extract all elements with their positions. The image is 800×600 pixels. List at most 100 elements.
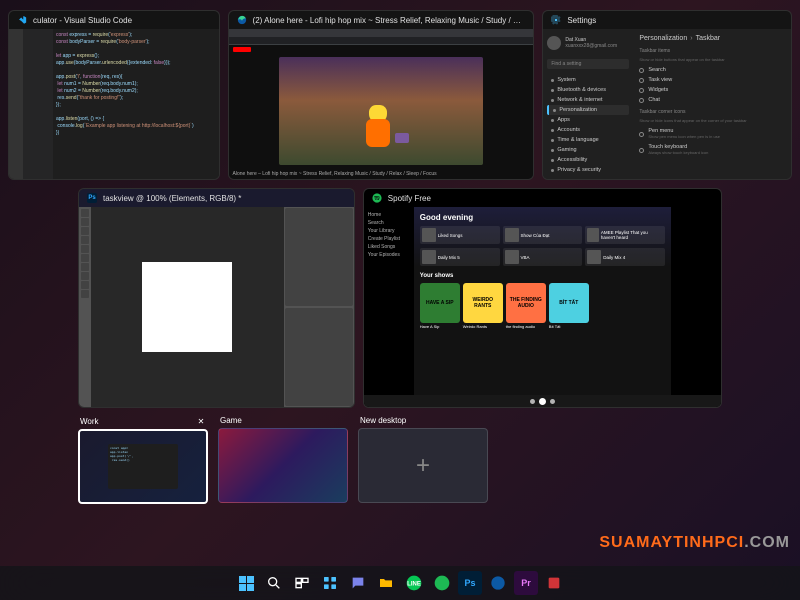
start-button[interactable] [234,571,258,595]
shows-heading: Your shows [420,273,665,279]
marquee-tool-icon[interactable] [81,218,89,226]
explorer [23,29,53,179]
activity-bar [9,29,23,179]
sp-show[interactable]: BÍT TẤTBít Tất [549,283,589,329]
photoshop-taskbar-icon[interactable]: Ps [458,571,482,595]
toggle-widgets[interactable]: Widgets [639,85,785,95]
nav-item-personalization[interactable]: Personalization [547,105,629,115]
nav-item-accounts[interactable]: Accounts [547,125,629,135]
crop-tool-icon[interactable] [81,236,89,244]
settings-search-input[interactable]: Find a setting [547,59,629,69]
zoom-tool-icon[interactable] [81,290,89,298]
window-header: Settings [543,11,791,29]
video-artwork [361,105,401,155]
window-settings[interactable]: Settings Dat Xuan xuanxxx28@gmail.com Fi… [542,10,792,180]
sp-nav-your-library[interactable]: Your Library [368,227,410,235]
section-title: Taskbar corner icons [639,109,785,115]
sp-show[interactable]: THE FINDING AUDIOthe finding audio [506,283,546,329]
chat-icon[interactable] [346,571,370,595]
avatar [547,36,561,50]
hand-tool-icon[interactable] [81,281,89,289]
desktop-label: Game [220,416,242,425]
nav-item-accessibility[interactable]: Accessibility [547,155,629,165]
app-icon[interactable] [542,571,566,595]
window-vscode[interactable]: culator - Visual Studio Code const expre… [8,10,220,180]
window-header: (2) Alone here - Lofi hip hop mix ~ Stre… [229,11,534,29]
corner-touch-keyboard[interactable]: Touch keyboardAlways show touch keyboard… [639,142,785,158]
nav-item-apps[interactable]: Apps [547,115,629,125]
nav-item-privacy-security[interactable]: Privacy & security [547,165,629,175]
next-icon[interactable] [550,399,555,404]
edge-taskbar-icon[interactable] [486,571,510,595]
desktop-game[interactable]: Game [218,416,348,503]
text-tool-icon[interactable] [81,263,89,271]
nav-item-gaming[interactable]: Gaming [547,145,629,155]
nav-item-network-internet[interactable]: Network & internet [547,95,629,105]
play-icon[interactable] [539,398,546,405]
nav-item-system[interactable]: System [547,75,629,85]
edge-body: Alone here – Lofi hip hop mix ~ Stress R… [229,29,534,179]
windows-row-mid: Ps taskview @ 100% (Elements, RGB/8) * S… [8,188,792,408]
pen-icon [639,132,644,137]
toggle-search[interactable]: Search [639,65,785,75]
lasso-tool-icon[interactable] [81,227,89,235]
premiere-taskbar-icon[interactable]: Pr [514,571,538,595]
toggle-task-view[interactable]: Task view [639,75,785,85]
ps-canvas[interactable] [142,262,232,352]
sp-tile[interactable]: Liked Songs [420,226,500,244]
user-profile[interactable]: Dat Xuan xuanxxx28@gmail.com [547,33,629,53]
sp-nav-home[interactable]: Home [368,211,410,219]
sp-tile[interactable]: Daily Mix 4 [585,248,665,266]
ps-panels [284,207,354,407]
window-edge[interactable]: (2) Alone here - Lofi hip hop mix ~ Stre… [228,10,535,180]
desktop-work[interactable]: Work ✕ const app=app.listenapp.post('/', … [78,416,208,504]
task-view-icon[interactable] [290,571,314,595]
close-icon[interactable]: ✕ [196,416,206,426]
sp-tile[interactable]: Show Của Đạt [503,226,583,244]
line-icon[interactable]: LINE [402,571,426,595]
toggle-chat[interactable]: Chat [639,95,785,105]
nav-item-time-language[interactable]: Time & language [547,135,629,145]
window-photoshop[interactable]: Ps taskview @ 100% (Elements, RGB/8) * [78,188,355,408]
sp-nav-your-episodes[interactable]: Your Episodes [368,251,410,259]
prev-icon[interactable] [530,399,535,404]
sp-tile[interactable]: AMEE Playlist That you haven't heard [585,226,665,244]
new-desktop-button[interactable]: + [358,428,488,503]
settings-body: Dat Xuan xuanxxx28@gmail.com Find a sett… [543,29,791,179]
sp-show[interactable]: WEIRDO RANTSWeirdo Rants [463,283,503,329]
vscode-icon [17,15,27,25]
explorer-icon[interactable] [374,571,398,595]
sp-nav-search[interactable]: Search [368,219,410,227]
window-title: Spotify Free [388,194,713,203]
ps-color-panel[interactable] [285,208,353,306]
sp-tile[interactable]: VBA [503,248,583,266]
sp-tile[interactable]: Daily Mix 5 [420,248,500,266]
gear-icon [551,15,561,25]
window-header: Spotify Free [364,189,721,207]
spotify-taskbar-icon[interactable] [430,571,454,595]
window-title: Settings [567,16,783,25]
sp-show[interactable]: HAVE A SIPHave A Sip [420,283,460,329]
nav-item-bluetooth-devices[interactable]: Bluetooth & devices [547,85,629,95]
desktop-thumbnail[interactable]: const app=app.listenapp.post('/', res.se… [78,429,208,504]
search-icon[interactable] [262,571,286,595]
window-title: taskview @ 100% (Elements, RGB/8) * [103,194,346,203]
shape-tool-icon[interactable] [81,272,89,280]
desktop-thumbnail[interactable] [218,428,348,503]
window-spotify[interactable]: Spotify Free HomeSearchYour LibraryCreat… [363,188,722,408]
desktop-label: Work [80,417,99,426]
eraser-tool-icon[interactable] [81,254,89,262]
sp-nav-liked-songs[interactable]: Liked Songs [368,243,410,251]
widgets-icon[interactable] [318,571,342,595]
ps-layers-panel[interactable] [285,308,353,406]
section-title: Taskbar items [639,48,785,54]
photoshop-icon: Ps [87,193,97,203]
spotify-player[interactable] [364,395,721,407]
breadcrumb[interactable]: Personalization›Taskbar [639,35,785,42]
brush-tool-icon[interactable] [81,245,89,253]
sp-nav-create-playlist[interactable]: Create Playlist [368,235,410,243]
desktop-new[interactable]: New desktop + [358,416,488,503]
move-tool-icon[interactable] [81,209,89,217]
corner-pen-menu[interactable]: Pen menuShow pen menu icon when pen is i… [639,126,785,142]
taskbar[interactable]: LINE Ps Pr [0,566,800,600]
